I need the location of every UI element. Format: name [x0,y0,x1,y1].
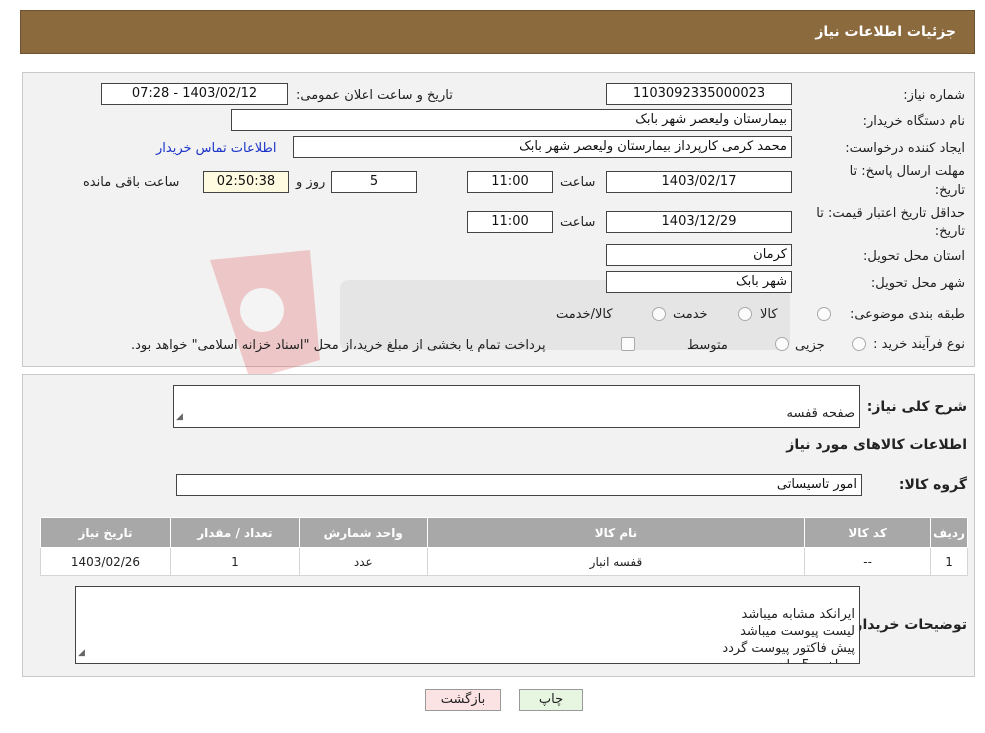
category-radio-goods-service[interactable] [652,307,666,321]
validity-date-field[interactable]: 1403/12/29 [606,211,792,233]
items-heading: اطلاعات کالاهای مورد نیاز [786,437,967,453]
print-button[interactable]: چاپ [519,689,583,711]
creator-field[interactable]: محمد کرمی کارپرداز بیمارستان ولیعصر شهر … [293,136,792,158]
cell-item-code: -- [804,547,932,576]
city-field[interactable]: شهر بابک [606,271,792,293]
validity-label-2: تاریخ: [934,224,965,239]
buyer-contact-link[interactable]: اطلاعات تماس خریدار [156,141,276,156]
treasury-checkbox[interactable] [621,337,635,351]
buyer-org-field[interactable]: بیمارستان ولیعصر شهر بابک [231,109,792,131]
page-title: جزئیات اطلاعات نیاز [815,24,956,40]
purchase-radio-medium[interactable] [775,337,789,351]
col-row-number: ردیف [930,517,968,548]
page-header: جزئیات اطلاعات نیاز [20,10,975,54]
deadline-label-2: تاریخ: [934,183,965,198]
category-option-goods-service: کالا/خدمت [556,307,613,322]
days-remaining-field[interactable]: 5 [331,171,417,193]
category-radio-goods[interactable] [817,307,831,321]
col-unit: واحد شمارش [298,517,428,548]
remaining-time-field[interactable]: 02:50:38 [203,171,289,193]
purchase-type-label: نوع فرآیند خرید : [873,337,965,352]
col-need-date: تاریخ نیاز [40,517,171,548]
cell-need-date: 1403/02/26 [40,547,171,576]
buyer-notes-label: توضیحات خریدار: [848,617,967,633]
deadline-date-field[interactable]: 1403/02/17 [606,171,792,193]
payment-note: پرداخت تمام یا بخشی از مبلغ خرید،از محل … [131,338,546,353]
back-button[interactable]: بازگشت [425,689,501,711]
cell-quantity: 1 [169,547,300,576]
category-option-goods: کالا [760,307,778,322]
col-item-name: نام کالا [426,517,806,548]
col-quantity: تعداد / مقدار [169,517,300,548]
category-label: طبقه بندی موضوعی: [849,307,965,322]
city-label: شهر محل تحویل: [870,276,965,291]
goods-group-field[interactable]: امور تاسیساتی [176,474,862,496]
buyer-org-label: نام دستگاه خریدار: [862,114,965,129]
buyer-notes-field[interactable]: ایرانکد مشابه میباشد لیست پیوست میباشد پ… [75,586,860,664]
table-header-row: ردیف کد کالا نام کالا واحد شمارش تعداد /… [40,517,968,548]
deadline-time-label: ساعت [560,175,596,190]
general-desc-label: شرح کلی نیاز: [866,399,967,415]
need-number-field[interactable]: 1103092335000023 [606,83,792,105]
announce-date-label: تاریخ و ساعت اعلان عمومی: [296,88,453,103]
creator-label: ایجاد کننده درخواست: [845,141,965,156]
general-desc-field[interactable]: صفحه قفسه ◢ [173,385,860,428]
cell-item-name: قفسه انبار [426,547,806,576]
general-desc-text: صفحه قفسه [786,406,855,421]
validity-label: حداقل تاریخ اعتبار قیمت: تا [816,206,965,221]
province-field[interactable]: کرمان [606,244,792,266]
resize-grip-icon[interactable]: ◢ [176,409,183,426]
category-option-service: خدمت [673,307,708,322]
goods-group-label: گروه کالا: [898,477,967,493]
days-label: روز و [296,175,326,190]
items-table: ردیف کد کالا نام کالا واحد شمارش تعداد /… [40,517,968,576]
cell-unit: عدد [298,547,428,576]
validity-time-field[interactable]: 11:00 [467,211,553,233]
province-label: استان محل تحویل: [863,249,965,264]
purchase-option-minor: جزیی [795,338,825,353]
purchase-radio-minor[interactable] [852,337,866,351]
announce-date-field[interactable]: 1403/02/12 - 07:28 [101,83,288,105]
cell-row-number: 1 [930,547,968,576]
buyer-notes-text: ایرانکد مشابه میباشد لیست پیوست میباشد پ… [722,607,855,663]
validity-time-label: ساعت [560,215,596,230]
remaining-label: ساعت باقی مانده [83,175,180,190]
need-number-label: شماره نیاز: [903,88,965,103]
col-item-code: کد کالا [804,517,932,548]
purchase-option-medium: متوسط [687,338,728,353]
category-radio-service[interactable] [738,307,752,321]
table-row[interactable]: 1 -- قفسه انبار عدد 1 1403/02/26 [40,547,968,576]
deadline-time-field[interactable]: 11:00 [467,171,553,193]
deadline-label: مهلت ارسال پاسخ: تا [849,164,965,179]
resize-grip-icon[interactable]: ◢ [78,645,85,662]
